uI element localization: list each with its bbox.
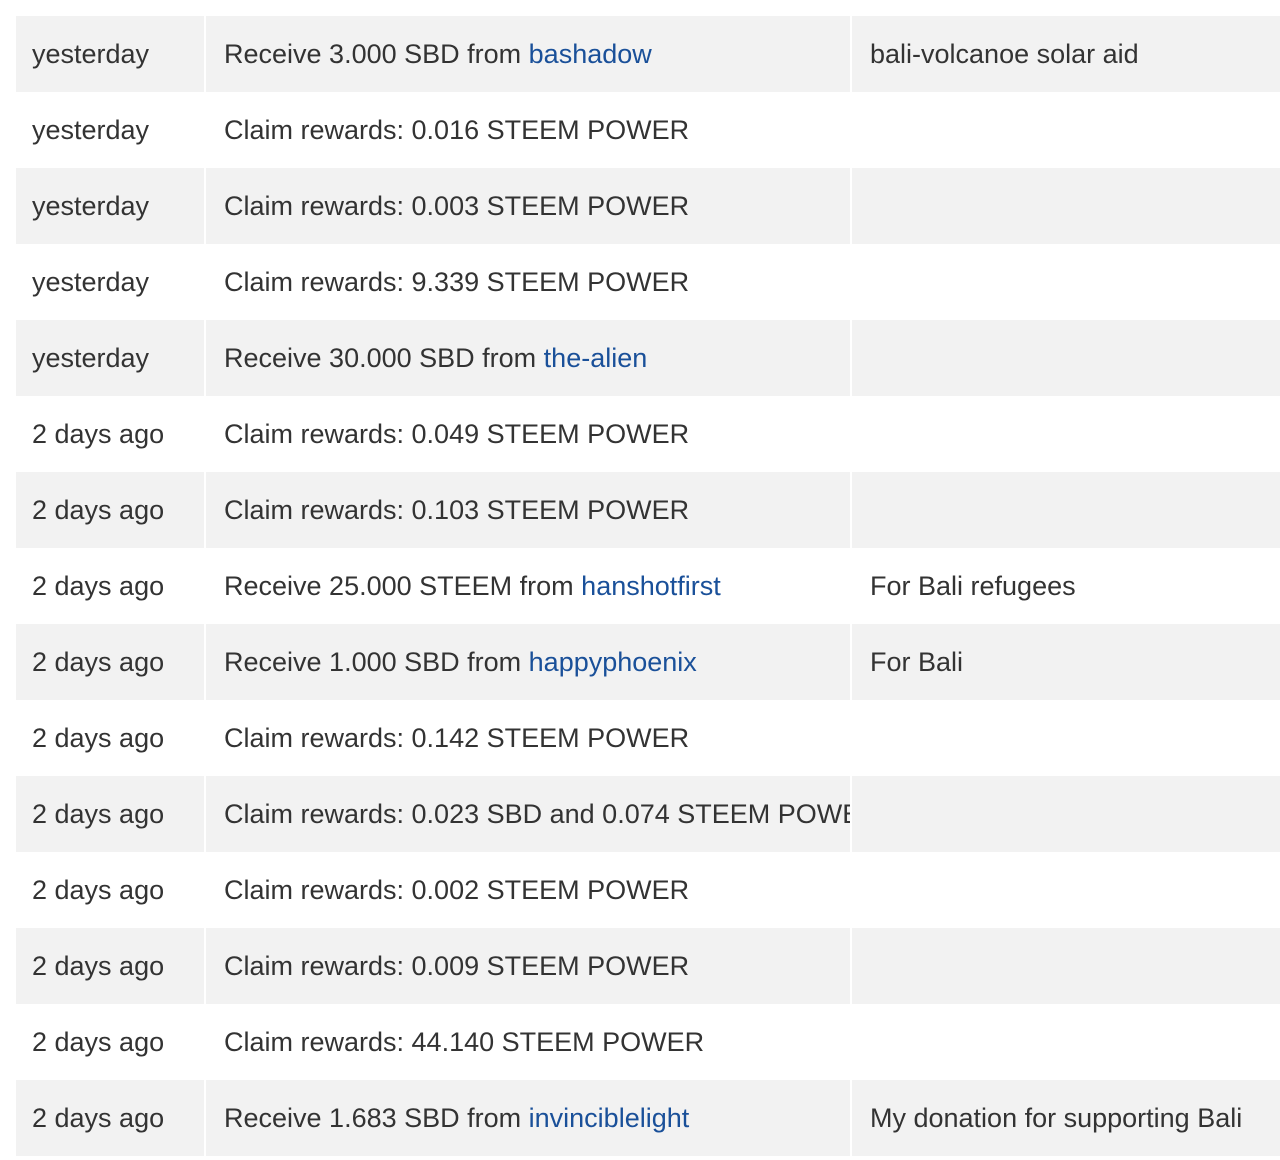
user-link[interactable]: bashadow	[529, 39, 652, 70]
table-row: yesterday Claim rewards: 0.003 STEEM POW…	[16, 168, 1280, 244]
memo-cell	[852, 852, 1280, 928]
memo-cell	[852, 396, 1280, 472]
memo-cell: bali-volcanoe solar aid	[852, 16, 1280, 92]
memo-cell	[852, 168, 1280, 244]
description-text: Claim rewards: 0.003 STEEM POWER	[224, 190, 690, 221]
memo-cell: My donation for supporting Bali	[852, 1080, 1280, 1156]
table-row: 2 days ago Receive 1.000 SBD from happyp…	[16, 624, 1280, 700]
description-text: Receive 1.000 SBD from	[224, 646, 522, 677]
time-cell: yesterday	[16, 16, 204, 92]
user-link[interactable]: happyphoenix	[529, 647, 697, 678]
time-cell: 2 days ago	[32, 570, 165, 601]
description-cell: Claim rewards: 0.023 SBD and 0.074 STEEM…	[206, 776, 850, 852]
description-cell: Receive 1.000 SBD from happyphoenix	[206, 624, 850, 700]
description-text: Claim rewards: 0.023 SBD and 0.074 STEEM…	[224, 798, 850, 829]
table-row: yesterday Receive 3.000 SBD from bashado…	[16, 16, 1280, 92]
time-cell: 2 days ago	[32, 418, 165, 449]
description-cell: Claim rewards: 0.002 STEEM POWER	[206, 852, 850, 928]
description-cell: Claim rewards: 44.140 STEEM POWER	[206, 1004, 850, 1080]
time-cell: yesterday	[32, 266, 150, 297]
time-cell: yesterday	[32, 114, 150, 145]
description-cell: Claim rewards: 0.016 STEEM POWER	[206, 92, 850, 168]
memo-cell	[852, 320, 1280, 396]
time-cell: 2 days ago	[32, 1026, 165, 1057]
memo-cell	[852, 700, 1280, 776]
user-link[interactable]: the-alien	[544, 343, 648, 374]
description-text: Claim rewards: 44.140 STEEM POWER	[224, 1026, 705, 1057]
table-row: yesterday Claim rewards: 0.016 STEEM POW…	[16, 92, 1280, 168]
description-cell: Claim rewards: 0.009 STEEM POWER	[206, 928, 850, 1004]
description-text: Receive 25.000 STEEM from	[224, 570, 574, 601]
description-text: Claim rewards: 0.016 STEEM POWER	[224, 114, 690, 145]
table-row: 2 days ago Claim rewards: 0.142 STEEM PO…	[16, 700, 1280, 776]
table-row: 2 days ago Claim rewards: 0.009 STEEM PO…	[16, 928, 1280, 1004]
description-cell: Claim rewards: 0.103 STEEM POWER	[206, 472, 850, 548]
description-text: Claim rewards: 0.049 STEEM POWER	[224, 418, 690, 449]
table-row: 2 days ago Receive 1.683 SBD from invinc…	[16, 1080, 1280, 1156]
time-cell: 2 days ago	[16, 472, 204, 548]
time-cell: 2 days ago	[16, 1080, 204, 1156]
table-row: yesterday Receive 30.000 SBD from the-al…	[16, 320, 1280, 396]
memo-cell	[852, 1004, 1280, 1080]
description-cell: Receive 25.000 STEEM from hanshotfirst	[206, 548, 850, 624]
time-cell: 2 days ago	[16, 624, 204, 700]
description-text: Receive 1.683 SBD from	[224, 1102, 522, 1133]
description-text: Claim rewards: 0.009 STEEM POWER	[224, 950, 690, 981]
table-row: 2 days ago Claim rewards: 0.049 STEEM PO…	[16, 396, 1280, 472]
description-text: Receive 3.000 SBD from	[224, 38, 522, 69]
description-text: Receive 30.000 SBD from	[224, 342, 537, 373]
memo-cell	[852, 776, 1280, 852]
description-text: Claim rewards: 9.339 STEEM POWER	[224, 266, 690, 297]
table-row: 2 days ago Receive 25.000 STEEM from han…	[16, 548, 1280, 624]
table-row: 2 days ago Claim rewards: 0.023 SBD and …	[16, 776, 1280, 852]
description-cell: Receive 3.000 SBD from bashadow	[206, 16, 850, 92]
user-link[interactable]: invinciblelight	[529, 1103, 690, 1134]
table-row: 2 days ago Claim rewards: 44.140 STEEM P…	[16, 1004, 1280, 1080]
description-cell: Receive 1.683 SBD from invinciblelight	[206, 1080, 850, 1156]
time-cell: 2 days ago	[32, 722, 165, 753]
time-cell: 2 days ago	[16, 776, 204, 852]
user-link[interactable]: hanshotfirst	[581, 571, 721, 602]
memo-cell	[852, 472, 1280, 548]
description-text: Claim rewards: 0.103 STEEM POWER	[224, 494, 690, 525]
transfer-history-table: yesterday Receive 3.000 SBD from bashado…	[16, 16, 1280, 1156]
memo-cell: For Bali refugees	[870, 570, 1076, 601]
description-text: Claim rewards: 0.002 STEEM POWER	[224, 874, 690, 905]
table-row: 2 days ago Claim rewards: 0.002 STEEM PO…	[16, 852, 1280, 928]
memo-cell	[852, 244, 1280, 320]
time-cell: 2 days ago	[16, 928, 204, 1004]
description-cell: Claim rewards: 0.049 STEEM POWER	[206, 396, 850, 472]
description-cell: Claim rewards: 9.339 STEEM POWER	[206, 244, 850, 320]
table-row: yesterday Claim rewards: 9.339 STEEM POW…	[16, 244, 1280, 320]
time-cell: yesterday	[16, 320, 204, 396]
description-cell: Claim rewards: 0.003 STEEM POWER	[206, 168, 850, 244]
table-row: 2 days ago Claim rewards: 0.103 STEEM PO…	[16, 472, 1280, 548]
description-cell: Claim rewards: 0.142 STEEM POWER	[206, 700, 850, 776]
memo-cell	[852, 92, 1280, 168]
memo-cell	[852, 928, 1280, 1004]
description-cell: Receive 30.000 SBD from the-alien	[206, 320, 850, 396]
description-text: Claim rewards: 0.142 STEEM POWER	[224, 722, 690, 753]
time-cell: yesterday	[16, 168, 204, 244]
time-cell: 2 days ago	[32, 874, 165, 905]
memo-cell: For Bali	[852, 624, 1280, 700]
